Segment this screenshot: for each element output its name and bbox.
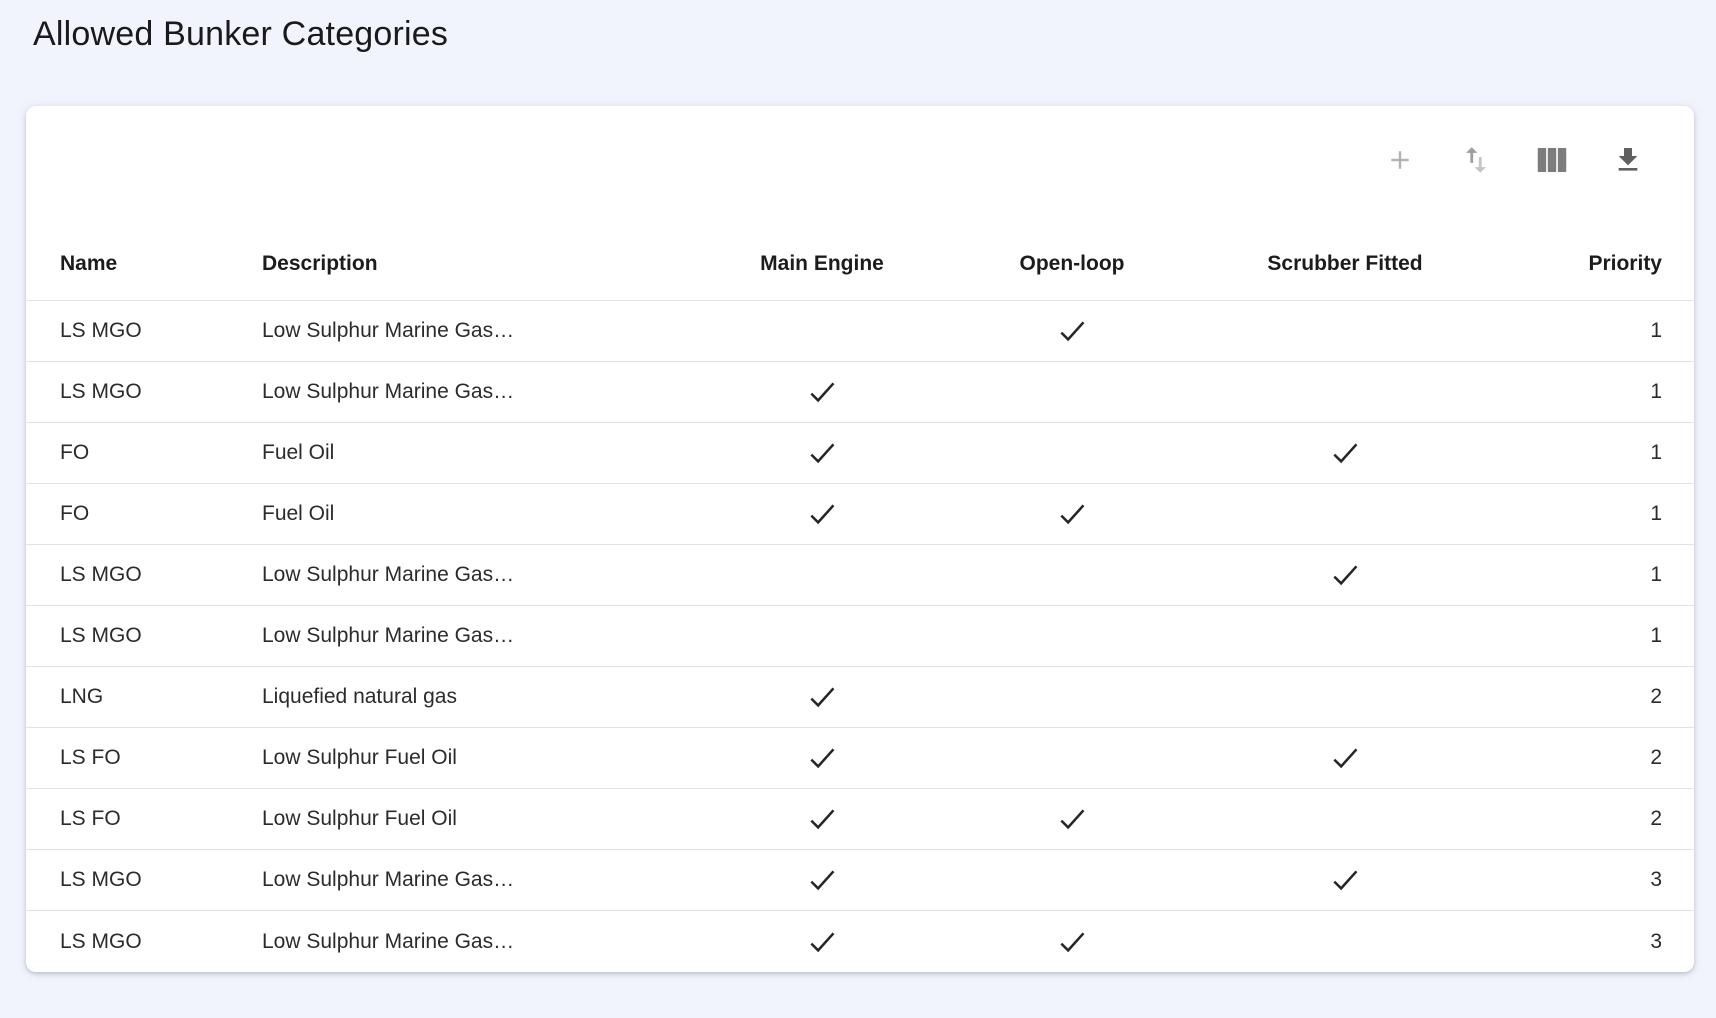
table-body: LS MGO Low Sulphur Marine Gas… 1 LS MGO … [26, 301, 1694, 972]
column-header-name[interactable]: Name [26, 252, 261, 276]
cell-name: LS MGO [26, 380, 261, 404]
cell-scrubber-fitted [1197, 559, 1493, 591]
cell-description: Low Sulphur Marine Gas… [261, 563, 697, 587]
cell-open-loop [947, 498, 1197, 530]
cell-main-engine [697, 376, 947, 408]
cell-open-loop [947, 926, 1197, 958]
cell-priority: 1 [1493, 380, 1694, 404]
cell-description: Liquefied natural gas [261, 685, 697, 709]
table-row[interactable]: FO Fuel Oil 1 [26, 484, 1694, 545]
cell-priority: 1 [1493, 502, 1694, 526]
table-row[interactable]: LS MGO Low Sulphur Marine Gas… 3 [26, 911, 1694, 972]
cell-scrubber-fitted [1197, 437, 1493, 469]
cell-description: Low Sulphur Marine Gas… [261, 319, 697, 343]
cell-main-engine [697, 926, 947, 958]
cell-description: Fuel Oil [261, 441, 697, 465]
cell-main-engine [697, 498, 947, 530]
cell-name: LS MGO [26, 563, 261, 587]
cell-priority: 2 [1493, 685, 1694, 709]
cell-description: Low Sulphur Marine Gas… [261, 380, 697, 404]
check-icon [1329, 742, 1361, 774]
view-columns-icon [1534, 142, 1570, 178]
cell-priority: 2 [1493, 807, 1694, 831]
cell-name: LNG [26, 685, 261, 709]
cell-name: FO [26, 441, 261, 465]
check-icon [1056, 926, 1088, 958]
check-icon [806, 681, 838, 713]
column-header-description[interactable]: Description [261, 252, 697, 276]
cell-priority: 3 [1493, 930, 1694, 954]
cell-description: Fuel Oil [261, 502, 697, 526]
cell-scrubber-fitted [1197, 742, 1493, 774]
download-button[interactable] [1608, 140, 1648, 180]
cell-priority: 1 [1493, 441, 1694, 465]
columns-button[interactable] [1532, 140, 1572, 180]
cell-priority: 2 [1493, 746, 1694, 770]
check-icon [806, 498, 838, 530]
add-button[interactable] [1380, 140, 1420, 180]
table-row[interactable]: LS MGO Low Sulphur Marine Gas… 3 [26, 850, 1694, 911]
table-toolbar [26, 106, 1694, 214]
cell-main-engine [697, 742, 947, 774]
cell-open-loop [947, 315, 1197, 347]
page-title: Allowed Bunker Categories [33, 14, 1716, 55]
check-icon [1329, 437, 1361, 469]
cell-name: LS MGO [26, 930, 261, 954]
cell-description: Low Sulphur Marine Gas… [261, 930, 697, 954]
check-icon [806, 864, 838, 896]
column-header-main-engine[interactable]: Main Engine [697, 252, 947, 276]
cell-main-engine [697, 803, 947, 835]
cell-description: Low Sulphur Fuel Oil [261, 746, 697, 770]
table-header-row: Name Description Main Engine Open-loop S… [26, 214, 1694, 301]
check-icon [806, 742, 838, 774]
check-icon [1329, 559, 1361, 591]
check-icon [1056, 315, 1088, 347]
cell-description: Low Sulphur Fuel Oil [261, 807, 697, 831]
import-export-icon [1459, 143, 1493, 177]
table-row[interactable]: LS FO Low Sulphur Fuel Oil 2 [26, 728, 1694, 789]
table-row[interactable]: LS MGO Low Sulphur Marine Gas… 1 [26, 301, 1694, 362]
cell-priority: 1 [1493, 319, 1694, 343]
sort-button[interactable] [1456, 140, 1496, 180]
cell-open-loop [947, 803, 1197, 835]
cell-main-engine [697, 681, 947, 713]
cell-scrubber-fitted [1197, 864, 1493, 896]
cell-priority: 1 [1493, 563, 1694, 587]
column-header-open-loop[interactable]: Open-loop [947, 252, 1197, 276]
column-header-scrubber-fitted[interactable]: Scrubber Fitted [1197, 252, 1493, 276]
table-row[interactable]: LS MGO Low Sulphur Marine Gas… 1 [26, 362, 1694, 423]
cell-name: FO [26, 502, 261, 526]
column-header-priority[interactable]: Priority [1493, 252, 1694, 276]
cell-priority: 1 [1493, 624, 1694, 648]
cell-name: LS MGO [26, 319, 261, 343]
cell-priority: 3 [1493, 868, 1694, 892]
table-row[interactable]: FO Fuel Oil 1 [26, 423, 1694, 484]
bunker-categories-card: Name Description Main Engine Open-loop S… [26, 106, 1694, 972]
cell-description: Low Sulphur Marine Gas… [261, 624, 697, 648]
table-row[interactable]: LS MGO Low Sulphur Marine Gas… 1 [26, 545, 1694, 606]
check-icon [1329, 864, 1361, 896]
check-icon [806, 376, 838, 408]
cell-name: LS FO [26, 807, 261, 831]
cell-name: LS MGO [26, 868, 261, 892]
table-row[interactable]: LS FO Low Sulphur Fuel Oil 2 [26, 789, 1694, 850]
check-icon [806, 926, 838, 958]
cell-main-engine [697, 437, 947, 469]
table-row[interactable]: LS MGO Low Sulphur Marine Gas… 1 [26, 606, 1694, 667]
cell-main-engine [697, 864, 947, 896]
check-icon [806, 437, 838, 469]
check-icon [806, 803, 838, 835]
check-icon [1056, 498, 1088, 530]
download-icon [1612, 144, 1644, 176]
table-row[interactable]: LNG Liquefied natural gas 2 [26, 667, 1694, 728]
cell-description: Low Sulphur Marine Gas… [261, 868, 697, 892]
cell-name: LS FO [26, 746, 261, 770]
plus-icon [1385, 145, 1415, 175]
cell-name: LS MGO [26, 624, 261, 648]
check-icon [1056, 803, 1088, 835]
